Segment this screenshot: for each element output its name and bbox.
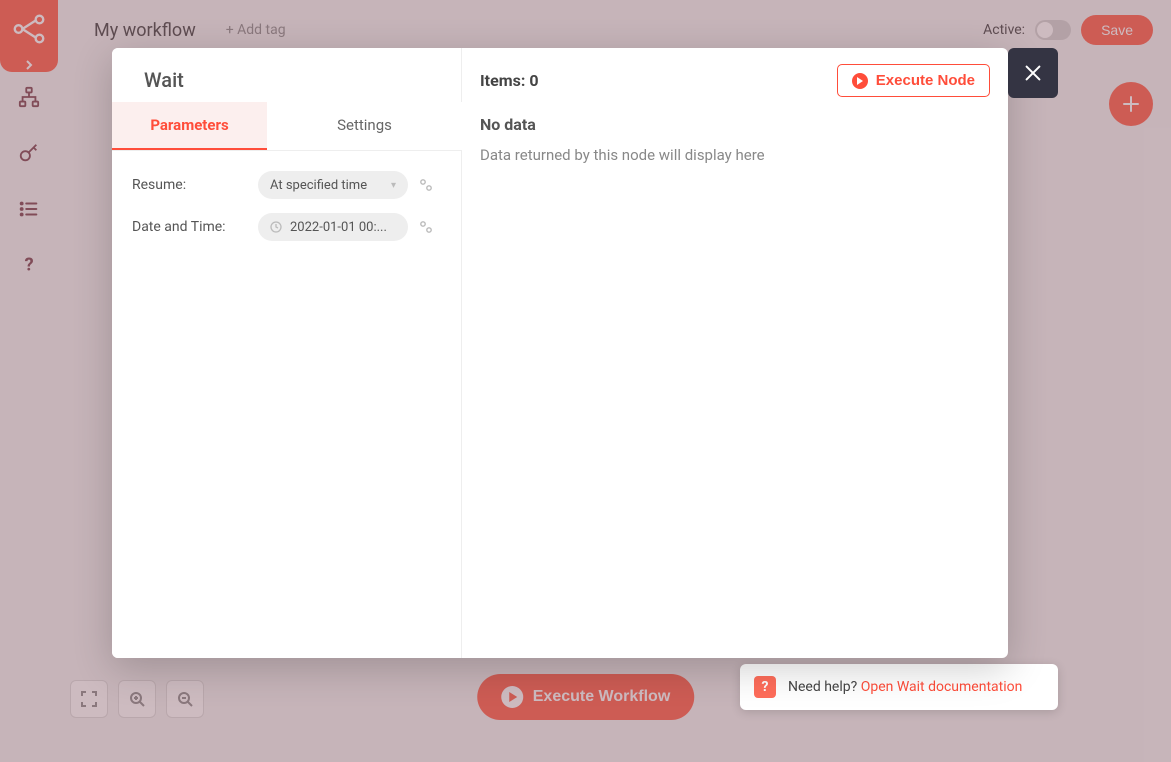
param-resume-value: At specified time	[270, 178, 367, 193]
chevron-down-icon: ▾	[391, 180, 396, 191]
node-title: Wait	[112, 48, 461, 102]
params-pane: Wait Parameters Settings Resume: At spec…	[112, 48, 462, 658]
node-editor-modal: Wait Parameters Settings Resume: At spec…	[112, 48, 1058, 658]
play-icon	[852, 73, 868, 89]
param-resume-label: Resume:	[132, 177, 250, 193]
tab-bar: Parameters Settings	[112, 102, 461, 151]
param-datetime-value: 2022-01-01 00:...	[290, 220, 387, 235]
tab-settings[interactable]: Settings	[267, 102, 462, 150]
output-body: No data Data returned by this node will …	[462, 107, 1008, 172]
help-doc-link[interactable]: Open Wait documentation	[861, 679, 1023, 695]
question-icon: ?	[754, 676, 776, 698]
execute-node-button[interactable]: Execute Node	[837, 64, 990, 97]
items-count: Items: 0	[480, 71, 539, 90]
param-resume-row: Resume: At specified time ▾	[132, 171, 441, 199]
items-label-text: Items:	[480, 71, 525, 90]
node-editor-panel: Wait Parameters Settings Resume: At spec…	[112, 48, 1008, 658]
no-data-subtitle: Data returned by this node will display …	[480, 146, 990, 164]
gear-icon	[418, 219, 434, 235]
param-resume-select[interactable]: At specified time ▾	[258, 171, 408, 199]
output-header: Items: 0 Execute Node	[462, 48, 1008, 107]
tab-parameters[interactable]: Parameters	[112, 102, 267, 150]
param-datetime-options[interactable]	[416, 217, 436, 237]
output-pane: Items: 0 Execute Node No data Data retur…	[462, 48, 1008, 658]
help-card: ? Need help? Open Wait documentation	[740, 664, 1058, 710]
param-datetime-input[interactable]: 2022-01-01 00:...	[258, 213, 408, 241]
param-datetime-row: Date and Time: 2022-01-01 00:...	[132, 213, 441, 241]
clock-icon	[270, 221, 282, 233]
no-data-title: No data	[480, 115, 990, 134]
gear-icon	[418, 177, 434, 193]
close-icon	[1022, 62, 1044, 84]
execute-node-label: Execute Node	[876, 72, 975, 89]
items-count-value: 0	[529, 71, 538, 90]
params-body: Resume: At specified time ▾ Date and Tim…	[112, 151, 461, 261]
param-datetime-label: Date and Time:	[132, 219, 250, 235]
close-modal-button[interactable]	[1008, 48, 1058, 98]
help-text: Need help?	[788, 679, 861, 695]
param-resume-options[interactable]	[416, 175, 436, 195]
